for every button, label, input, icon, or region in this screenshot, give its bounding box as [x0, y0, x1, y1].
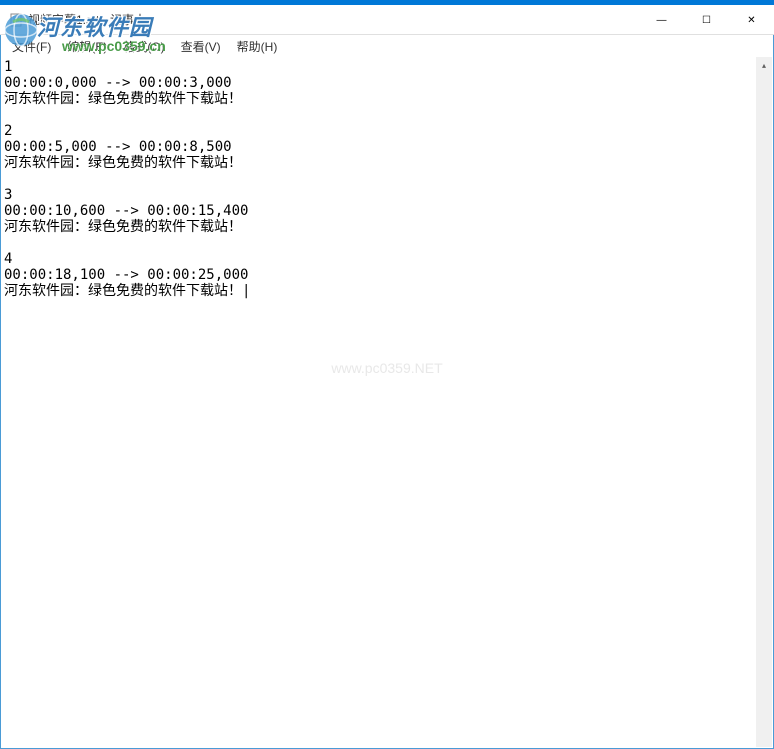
editor-content[interactable]: 1 00:00:0,000 --> 00:00:3,000 河东软件园：绿色免费… — [2, 57, 756, 301]
menu-edit[interactable]: 编辑(E) — [59, 36, 115, 57]
editor-area[interactable]: 1 00:00:0,000 --> 00:00:3,000 河东软件园：绿色免费… — [2, 57, 756, 747]
menu-help[interactable]: 帮助(H) — [229, 36, 286, 57]
window-title: 视频字幕1.srt - 记事本 — [28, 11, 146, 28]
menu-view[interactable]: 查看(V) — [173, 36, 229, 57]
menubar: 文件(F) 编辑(E) 格式(O) 查看(V) 帮助(H) — [0, 35, 774, 57]
minimize-button[interactable]: — — [639, 5, 684, 35]
menu-file[interactable]: 文件(F) — [4, 36, 59, 57]
close-button[interactable]: ✕ — [729, 5, 774, 35]
scrollbar-up-arrow[interactable]: ▴ — [756, 57, 772, 73]
menu-format[interactable]: 格式(O) — [115, 36, 172, 57]
maximize-button[interactable]: ☐ — [684, 5, 729, 35]
notepad-icon — [8, 12, 24, 28]
titlebar[interactable]: 视频字幕1.srt - 记事本 — ☐ ✕ — [0, 5, 774, 35]
window-controls: — ☐ ✕ — [639, 5, 774, 34]
titlebar-left: 视频字幕1.srt - 记事本 — [8, 11, 146, 28]
scrollbar-vertical[interactable]: ▴ — [756, 57, 772, 747]
